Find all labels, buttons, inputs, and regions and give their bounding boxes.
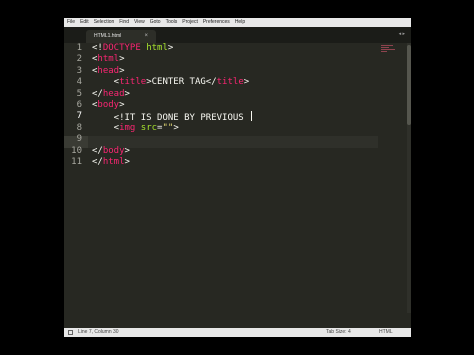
code-token: title bbox=[119, 77, 147, 88]
menu-goto[interactable]: Goto bbox=[150, 18, 161, 27]
tab-label: HTML1.html bbox=[94, 33, 122, 39]
menu-file[interactable]: File bbox=[67, 18, 75, 27]
vertical-scrollbar[interactable] bbox=[407, 43, 411, 313]
line-number: 4 bbox=[76, 77, 82, 88]
status-position: Line 7, Column 30 bbox=[78, 329, 119, 335]
menu-help[interactable]: Help bbox=[235, 18, 245, 27]
status-bar: Line 7, Column 30 Tab Size: 4 HTML bbox=[64, 328, 411, 337]
code-token: > bbox=[119, 65, 125, 76]
panel-toggle-icon[interactable] bbox=[68, 330, 73, 335]
code-editor[interactable]: <!DOCTYPE html> <html> <head> <title>CENTE… bbox=[92, 43, 381, 168]
close-icon[interactable]: × bbox=[144, 31, 148, 41]
code-line: </html> bbox=[92, 157, 381, 168]
code-line: <img src=""> bbox=[92, 123, 381, 134]
line-number: 6 bbox=[76, 100, 82, 110]
code-token: html bbox=[146, 43, 168, 53]
minimap-line bbox=[381, 45, 393, 46]
tab-scroll-arrows-icon[interactable]: ◂ ▸ bbox=[399, 31, 405, 37]
code-token: DOCTYPE bbox=[102, 43, 141, 53]
tab-html1[interactable]: HTML1.html × bbox=[86, 30, 156, 43]
menu-project[interactable]: Project bbox=[182, 18, 198, 27]
code-token: > bbox=[119, 99, 125, 110]
code-token: > bbox=[119, 54, 125, 65]
code-line: <head> bbox=[92, 66, 381, 77]
code-token: html bbox=[97, 54, 120, 65]
code-token: > bbox=[167, 43, 174, 53]
tab-bar: HTML1.html × ◂ ▸ bbox=[64, 27, 411, 43]
line-number: 3 bbox=[76, 65, 82, 76]
code-line: </body> bbox=[92, 146, 381, 157]
menu-bar: File Edit Selection Find View Goto Tools… bbox=[64, 18, 411, 27]
code-token: < bbox=[92, 77, 120, 88]
line-number: 8 bbox=[76, 122, 82, 133]
code-token: head bbox=[102, 88, 125, 99]
line-number: 2 bbox=[76, 54, 82, 65]
code-token: head bbox=[97, 65, 120, 76]
line-number: 9 bbox=[76, 134, 82, 145]
menu-find[interactable]: Find bbox=[119, 18, 129, 27]
code-token: >CENTER TAG</ bbox=[146, 77, 217, 88]
scrollbar-thumb[interactable] bbox=[407, 45, 411, 125]
code-token: > bbox=[173, 122, 179, 133]
code-token: html bbox=[102, 156, 125, 167]
minimap-line bbox=[381, 49, 395, 50]
code-token: < bbox=[92, 122, 120, 133]
code-line: <body> bbox=[92, 100, 381, 111]
minimap-line bbox=[381, 51, 387, 52]
line-number: 7 bbox=[76, 111, 82, 122]
menu-edit[interactable]: Edit bbox=[80, 18, 89, 27]
code-line: </head> bbox=[92, 89, 381, 100]
code-token: </ bbox=[92, 145, 103, 156]
menu-tools[interactable]: Tools bbox=[166, 18, 178, 27]
minimap[interactable] bbox=[381, 45, 399, 57]
code-line: <!DOCTYPE html> bbox=[92, 43, 381, 54]
code-token: src bbox=[140, 122, 158, 133]
code-token: > bbox=[243, 77, 250, 88]
line-number: 11 bbox=[71, 157, 82, 167]
line-number: 5 bbox=[76, 88, 82, 99]
code-token: > bbox=[124, 145, 130, 156]
text-cursor bbox=[251, 111, 253, 122]
code-token: "" bbox=[162, 122, 174, 133]
code-token: </ bbox=[92, 88, 103, 99]
code-token: img bbox=[119, 122, 136, 133]
code-line: <!IT IS DONE BY PREVIOUS bbox=[92, 111, 381, 123]
code-line: <html> bbox=[92, 54, 381, 65]
line-number: 1 bbox=[76, 43, 82, 53]
code-line: <title>CENTER TAG</title> bbox=[92, 77, 381, 88]
code-token: body bbox=[102, 145, 125, 156]
status-syntax[interactable]: HTML bbox=[379, 328, 393, 337]
code-token: body bbox=[97, 99, 120, 110]
menu-selection[interactable]: Selection bbox=[94, 18, 115, 27]
code-token: <! bbox=[92, 43, 103, 53]
editor-window: File Edit Selection Find View Goto Tools… bbox=[64, 18, 411, 337]
status-tab-size[interactable]: Tab Size: 4 bbox=[326, 328, 351, 337]
minimap-line bbox=[381, 47, 389, 48]
line-number: 10 bbox=[71, 145, 82, 156]
code-token: > bbox=[124, 88, 130, 99]
menu-view[interactable]: View bbox=[134, 18, 145, 27]
code-token: title bbox=[216, 77, 244, 88]
code-token: </ bbox=[92, 156, 103, 167]
line-number-gutter: 1 2 3 4 5 6 7 8 9 10 11 bbox=[64, 43, 88, 337]
code-token: > bbox=[124, 156, 130, 167]
menu-preferences[interactable]: Preferences bbox=[203, 18, 230, 27]
